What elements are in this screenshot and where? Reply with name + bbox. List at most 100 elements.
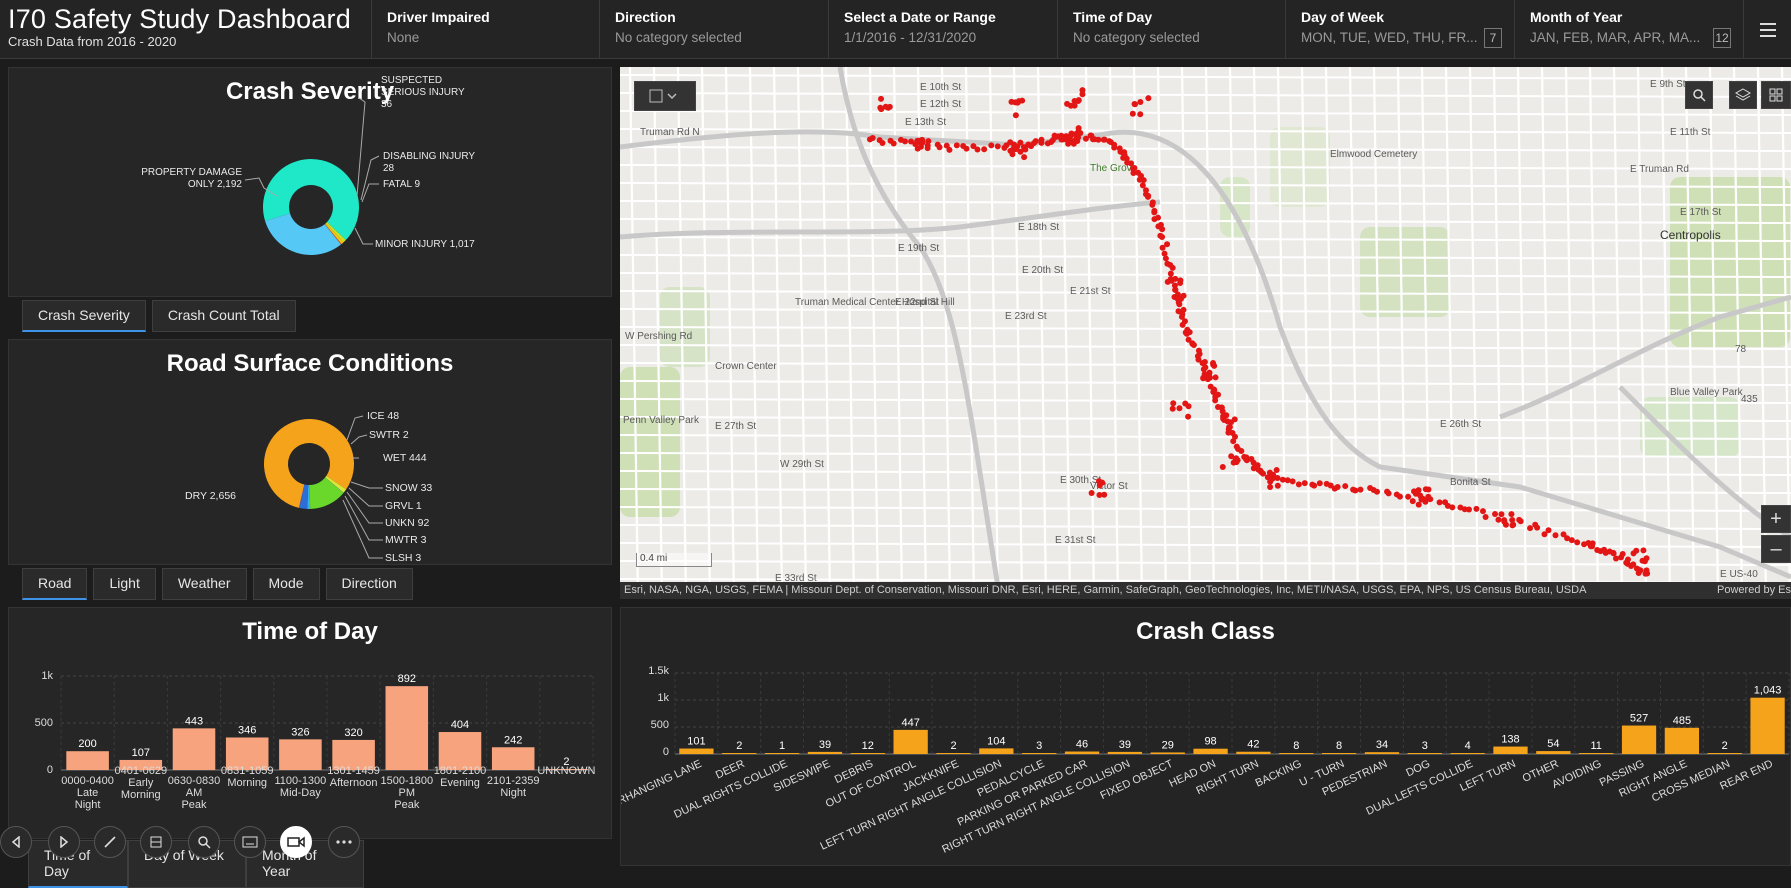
crash-point[interactable] — [877, 104, 884, 111]
crash-point[interactable] — [1210, 360, 1217, 367]
crash-point[interactable] — [1212, 397, 1219, 404]
crash-point[interactable] — [1219, 464, 1226, 471]
more-icon[interactable] — [328, 826, 360, 858]
crash-point[interactable] — [1479, 508, 1486, 515]
crash-point[interactable] — [1311, 482, 1318, 489]
bar[interactable] — [679, 748, 714, 754]
filter-driver-impaired[interactable]: Driver Impaired None — [371, 0, 599, 59]
crash-point[interactable] — [1159, 226, 1166, 233]
crash-point[interactable] — [914, 137, 921, 144]
crash-point[interactable] — [953, 142, 960, 149]
crash-point[interactable] — [1508, 511, 1515, 518]
crash-point[interactable] — [981, 146, 988, 153]
zoom-out-icon[interactable]: – — [1761, 535, 1791, 563]
crash-point[interactable] — [1071, 137, 1078, 144]
bar[interactable] — [1407, 753, 1442, 754]
crash-point[interactable] — [1232, 457, 1239, 464]
crash-point[interactable] — [1334, 483, 1341, 490]
previous-icon[interactable] — [0, 826, 32, 858]
crash-point[interactable] — [1010, 145, 1017, 152]
crash-point[interactable] — [1492, 511, 1499, 518]
bar[interactable] — [1107, 751, 1143, 754]
crash-point[interactable] — [1610, 550, 1617, 557]
next-icon[interactable] — [48, 826, 80, 858]
crash-point[interactable] — [1021, 154, 1028, 161]
crash-point[interactable] — [1242, 455, 1249, 462]
crash-point[interactable] — [1465, 506, 1472, 513]
crash-point[interactable] — [1149, 201, 1156, 208]
crash-point[interactable] — [1640, 547, 1647, 554]
crash-point[interactable] — [1095, 136, 1102, 143]
crash-point[interactable] — [1284, 477, 1291, 484]
crash-point[interactable] — [1274, 482, 1281, 489]
zoom-icon[interactable] — [188, 826, 220, 858]
crash-point[interactable] — [963, 145, 970, 152]
crash-point[interactable] — [869, 135, 876, 142]
basemap-toggle-button[interactable] — [634, 81, 696, 111]
crash-point[interactable] — [1517, 518, 1524, 525]
crash-point[interactable] — [1289, 478, 1296, 485]
crash-point[interactable] — [1159, 233, 1166, 240]
crash-point[interactable] — [1316, 480, 1323, 487]
video-camera-icon[interactable] — [280, 826, 312, 858]
crash-point[interactable] — [1385, 490, 1392, 497]
crash-point[interactable] — [1436, 499, 1443, 506]
crash-point[interactable] — [1137, 111, 1144, 118]
crash-point[interactable] — [1601, 546, 1608, 553]
crash-point[interactable] — [1613, 555, 1620, 562]
crash-point[interactable] — [1266, 469, 1273, 476]
crash-map[interactable]: E 10th St E 12th St E 13th St Truman Rd N Th… — [620, 67, 1791, 599]
crash-point[interactable] — [1182, 400, 1189, 407]
crash-point[interactable] — [1295, 481, 1302, 488]
filter-direction[interactable]: Direction No category selected — [599, 0, 828, 59]
crash-point[interactable] — [1357, 486, 1364, 493]
crash-point[interactable] — [1534, 524, 1541, 531]
crash-point[interactable] — [1301, 480, 1308, 487]
bar[interactable] — [1493, 746, 1528, 754]
bar[interactable] — [764, 753, 800, 754]
tab-crash-count-total[interactable]: Crash Count Total — [151, 300, 296, 332]
crash-point[interactable] — [890, 140, 897, 147]
crash-point[interactable] — [1162, 255, 1169, 262]
crash-point[interactable] — [1644, 570, 1651, 577]
crash-point[interactable] — [1568, 537, 1575, 544]
crash-point[interactable] — [1545, 527, 1552, 534]
powered-by[interactable]: Powered by Es — [1709, 584, 1791, 596]
crash-point[interactable] — [936, 144, 943, 151]
caption-icon[interactable] — [234, 826, 266, 858]
crash-point[interactable] — [1059, 136, 1066, 143]
crash-point[interactable] — [1179, 321, 1186, 328]
crash-point[interactable] — [1411, 488, 1418, 495]
crash-point[interactable] — [914, 145, 921, 152]
crash-point[interactable] — [1273, 467, 1280, 474]
crash-point[interactable] — [1589, 543, 1596, 550]
bar[interactable] — [936, 753, 971, 754]
layers-icon[interactable] — [1729, 81, 1757, 109]
basemap-gallery-icon[interactable] — [1761, 81, 1791, 109]
tab-direction[interactable]: Direction — [325, 568, 413, 600]
crash-point[interactable] — [1170, 400, 1177, 407]
crash-point[interactable] — [885, 104, 892, 111]
crash-point[interactable] — [1422, 497, 1429, 504]
crash-point[interactable] — [1225, 426, 1232, 433]
bar[interactable] — [850, 753, 885, 754]
crash-point[interactable] — [1473, 505, 1480, 512]
crash-point[interactable] — [1075, 98, 1082, 105]
bar[interactable] — [279, 739, 322, 770]
crash-point[interactable] — [1235, 446, 1242, 453]
crash-point[interactable] — [1017, 139, 1024, 146]
bar[interactable] — [1707, 753, 1742, 754]
crash-point[interactable] — [946, 146, 953, 153]
crash-point[interactable] — [1164, 278, 1171, 285]
crash-point[interactable] — [1574, 539, 1581, 546]
bar[interactable] — [1321, 753, 1357, 754]
bar[interactable] — [1621, 725, 1657, 754]
crash-point[interactable] — [1174, 291, 1181, 298]
bar[interactable] — [1364, 752, 1400, 754]
crash-point[interactable] — [1415, 501, 1422, 508]
crash-point[interactable] — [1231, 416, 1238, 423]
crash-point[interactable] — [1131, 164, 1138, 171]
crash-point[interactable] — [1185, 413, 1192, 420]
crash-point[interactable] — [925, 138, 932, 145]
crash-point[interactable] — [1501, 518, 1508, 525]
